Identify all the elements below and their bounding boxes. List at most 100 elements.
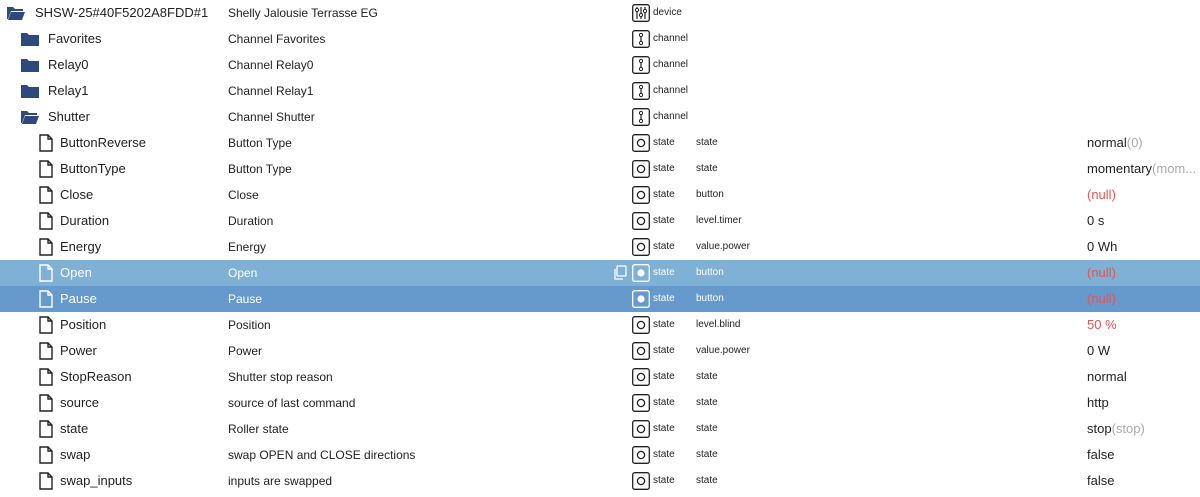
- object-role: state: [696, 163, 718, 174]
- object-value[interactable]: http: [1087, 390, 1200, 416]
- object-value[interactable]: false: [1087, 442, 1200, 468]
- state-icon: [632, 238, 650, 256]
- tree-row[interactable]: SHSW-25#40F5202A8FDD#1 Shelly Jalousie Te…: [0, 0, 1200, 26]
- object-type: state: [653, 449, 675, 460]
- object-name: Pause: [60, 291, 97, 306]
- object-name: swap: [60, 447, 91, 462]
- file-icon[interactable]: [36, 134, 56, 152]
- object-value[interactable]: (null): [1087, 260, 1200, 286]
- file-icon[interactable]: [36, 290, 56, 308]
- channel-icon: [632, 108, 650, 126]
- value-text: 50 %: [1087, 317, 1117, 332]
- file-icon[interactable]: [36, 316, 56, 334]
- object-description: Channel Shutter: [228, 110, 315, 124]
- object-value[interactable]: (null): [1087, 182, 1200, 208]
- tree-row[interactable]: Duration Duration state level.timer 0 s: [0, 208, 1200, 234]
- file-icon[interactable]: [36, 212, 56, 230]
- tree-row[interactable]: state Roller state state state stop(stop): [0, 416, 1200, 442]
- copy-icon[interactable]: [612, 265, 628, 281]
- file-icon[interactable]: [36, 394, 56, 412]
- object-name: ButtonType: [60, 161, 126, 176]
- channel-icon: [632, 30, 650, 48]
- state-icon: [632, 420, 650, 438]
- folder-icon[interactable]: [20, 82, 40, 100]
- object-type: channel: [653, 59, 689, 70]
- tree-row[interactable]: ButtonReverse Button Type state state normal…: [0, 130, 1200, 156]
- value-text: false: [1087, 447, 1115, 462]
- tree-row[interactable]: Close Close state button (null): [0, 182, 1200, 208]
- object-name: Favorites: [48, 31, 102, 46]
- state-icon: [632, 264, 650, 282]
- object-type: state: [653, 293, 675, 304]
- tree-row[interactable]: Power Power state value.power 0 W: [0, 338, 1200, 364]
- object-value[interactable]: stop(stop): [1087, 416, 1200, 442]
- object-value[interactable]: false: [1087, 468, 1200, 494]
- tree-row[interactable]: Open Open state button (null): [0, 260, 1200, 286]
- object-description: Channel Relay0: [228, 58, 314, 72]
- tree-row[interactable]: swap_inputs inputs are swapped state state f…: [0, 468, 1200, 494]
- tree-row[interactable]: Position Position state level.blind 50 %: [0, 312, 1200, 338]
- object-value[interactable]: 50 %: [1087, 312, 1200, 338]
- object-value[interactable]: momentary(mom...: [1087, 156, 1200, 182]
- tree-row[interactable]: source source of last command state state ht…: [0, 390, 1200, 416]
- object-description: Roller state: [228, 422, 289, 436]
- object-name: Energy: [60, 239, 102, 254]
- object-value[interactable]: 0 W: [1087, 338, 1200, 364]
- object-role: state: [696, 371, 718, 382]
- tree-row[interactable]: Relay0 Channel Relay0 channel: [0, 52, 1200, 78]
- object-name: Relay1: [48, 83, 89, 98]
- object-type: state: [653, 423, 675, 434]
- file-icon[interactable]: [36, 420, 56, 438]
- state-icon: [632, 212, 650, 230]
- file-icon[interactable]: [36, 160, 56, 178]
- value-suffix: (mom...: [1152, 161, 1197, 176]
- object-value[interactable]: 0 Wh: [1087, 234, 1200, 260]
- object-role: state: [696, 137, 718, 148]
- channel-icon: [632, 82, 650, 100]
- object-description: Pause: [228, 292, 263, 306]
- folder-icon[interactable]: [20, 30, 40, 48]
- state-icon: [632, 342, 650, 360]
- object-name: StopReason: [60, 369, 132, 384]
- folder-open-icon[interactable]: [6, 4, 26, 22]
- object-role: state: [696, 449, 718, 460]
- folder-open-icon[interactable]: [20, 108, 40, 126]
- tree-row[interactable]: Shutter Channel Shutter channel: [0, 104, 1200, 130]
- tree-row[interactable]: Relay1 Channel Relay1 channel: [0, 78, 1200, 104]
- tree-row[interactable]: StopReason Shutter stop reason state state n…: [0, 364, 1200, 390]
- object-description: Close: [228, 188, 259, 202]
- object-value[interactable]: 0 s: [1087, 208, 1200, 234]
- object-type: state: [653, 163, 675, 174]
- file-icon[interactable]: [36, 472, 56, 490]
- tree-row[interactable]: Energy Energy state value.power 0 Wh: [0, 234, 1200, 260]
- object-role: state: [696, 423, 718, 434]
- object-description: Channel Relay1: [228, 84, 314, 98]
- value-text: (null): [1087, 291, 1116, 306]
- state-icon: [632, 186, 650, 204]
- tree-row[interactable]: swap swap OPEN and CLOSE directions state s…: [0, 442, 1200, 468]
- file-icon[interactable]: [36, 446, 56, 464]
- object-description: Button Type: [228, 162, 292, 176]
- state-icon: [632, 134, 650, 152]
- object-value[interactable]: normal(0): [1087, 130, 1200, 156]
- file-icon[interactable]: [36, 238, 56, 256]
- file-icon[interactable]: [36, 186, 56, 204]
- object-type: channel: [653, 33, 689, 44]
- object-description: Position: [228, 318, 271, 332]
- file-icon[interactable]: [36, 342, 56, 360]
- file-icon[interactable]: [36, 264, 56, 282]
- tree-row[interactable]: ButtonType Button Type state state momentary…: [0, 156, 1200, 182]
- object-name: Shutter: [48, 109, 90, 124]
- folder-icon[interactable]: [20, 56, 40, 74]
- object-role: state: [696, 397, 718, 408]
- tree-row[interactable]: Pause Pause state button (null): [0, 286, 1200, 312]
- state-icon: [632, 472, 650, 490]
- object-value[interactable]: (null): [1087, 286, 1200, 312]
- object-type: state: [653, 137, 675, 148]
- object-type: state: [653, 345, 675, 356]
- object-type: state: [653, 241, 675, 252]
- tree-row[interactable]: Favorites Channel Favorites channel: [0, 26, 1200, 52]
- file-icon[interactable]: [36, 368, 56, 386]
- object-description: inputs are swapped: [228, 474, 333, 488]
- object-value[interactable]: normal: [1087, 364, 1200, 390]
